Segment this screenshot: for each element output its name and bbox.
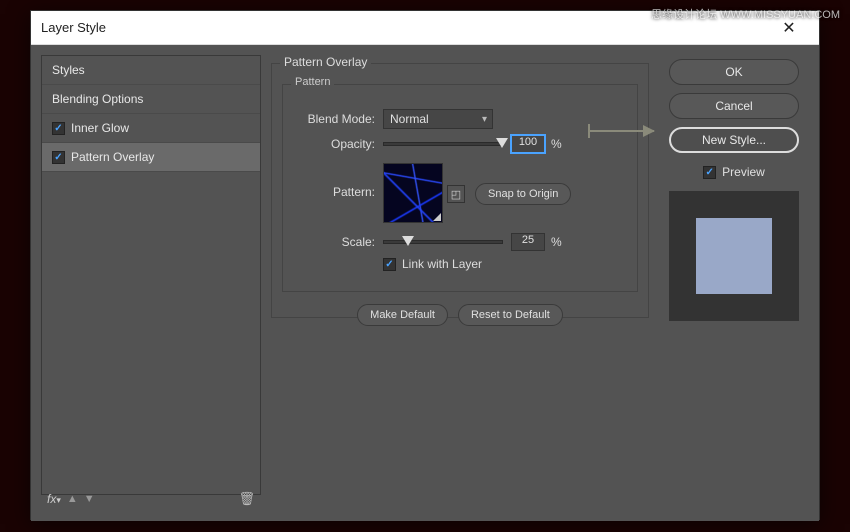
ok-button[interactable]: OK [669, 59, 799, 85]
sidebar-item-pattern-overlay[interactable]: Pattern Overlay [42, 143, 260, 172]
snap-to-origin-button[interactable]: Snap to Origin [475, 183, 571, 205]
right-button-panel: OK Cancel New Style... Preview [659, 55, 809, 511]
opacity-slider-thumb[interactable] [496, 138, 508, 148]
watermark-text: 思缘设计论坛 WWW.MISSYUAN.COM [651, 6, 840, 22]
pattern-group-title: Pattern [291, 76, 334, 88]
blending-options-label: Blending Options [52, 92, 143, 106]
dialog-title: Layer Style [41, 20, 769, 35]
style-list: Styles Blending Options Inner Glow Patte… [41, 55, 261, 495]
blend-mode-dropdown[interactable]: Normal [383, 109, 493, 129]
pattern-overlay-fieldset: Pattern Overlay Pattern Blend Mode: Norm… [271, 63, 649, 318]
sidebar-header-styles[interactable]: Styles [42, 56, 260, 85]
settings-panel: Pattern Overlay Pattern Blend Mode: Norm… [271, 55, 649, 511]
scale-row: Scale: 25 % [295, 233, 625, 251]
link-with-layer-checkbox[interactable] [383, 258, 396, 271]
blend-mode-row: Blend Mode: Normal [295, 109, 625, 129]
preview-label: Preview [722, 165, 765, 179]
trash-icon[interactable]: 🗑 [238, 491, 255, 507]
blend-mode-value: Normal [390, 112, 429, 126]
new-preset-icon[interactable]: ◰ [447, 185, 465, 203]
opacity-unit: % [551, 137, 562, 151]
blend-mode-label: Blend Mode: [295, 112, 375, 126]
opacity-label: Opacity: [295, 137, 375, 151]
inner-glow-label: Inner Glow [71, 121, 129, 135]
pattern-overlay-checkbox[interactable] [52, 151, 65, 164]
scale-label: Scale: [295, 235, 375, 249]
styles-sidebar: Styles Blending Options Inner Glow Patte… [41, 55, 261, 511]
link-row: Link with Layer [295, 257, 625, 271]
move-up-icon[interactable]: ▲ [67, 493, 78, 505]
pattern-group: Pattern Blend Mode: Normal Opacity: 100 [282, 84, 638, 292]
make-default-button[interactable]: Make Default [357, 304, 448, 326]
fx-menu-button[interactable]: fx▾ [47, 492, 61, 506]
move-down-icon[interactable]: ▼ [84, 493, 95, 505]
sidebar-footer: fx▾ ▲ ▼ 🗑 [41, 487, 261, 511]
fx-label: fx [47, 492, 56, 506]
sidebar-item-blending-options[interactable]: Blending Options [42, 85, 260, 114]
pattern-overlay-label: Pattern Overlay [71, 150, 154, 164]
preview-toggle-row: Preview [703, 165, 765, 179]
preview-box [669, 191, 799, 321]
opacity-row: Opacity: 100 % [295, 135, 625, 153]
scale-input[interactable]: 25 [511, 233, 545, 251]
new-style-button[interactable]: New Style... [669, 127, 799, 153]
scale-unit: % [551, 235, 562, 249]
pattern-row: Pattern: ◰ Snap to Origin [295, 163, 625, 223]
opacity-slider[interactable] [383, 142, 503, 146]
chevron-down-icon [433, 213, 441, 221]
scale-slider-thumb[interactable] [402, 236, 414, 246]
pattern-label: Pattern: [295, 185, 375, 199]
sidebar-header-label: Styles [52, 63, 85, 77]
preview-swatch [696, 218, 772, 294]
sidebar-item-inner-glow[interactable]: Inner Glow [42, 114, 260, 143]
link-with-layer-label: Link with Layer [402, 257, 482, 271]
default-buttons-row: Make Default Reset to Default [282, 304, 638, 326]
cancel-button[interactable]: Cancel [669, 93, 799, 119]
opacity-input[interactable]: 100 [511, 135, 545, 153]
scale-slider[interactable] [383, 240, 503, 244]
panel-title: Pattern Overlay [280, 55, 371, 69]
reset-to-default-button[interactable]: Reset to Default [458, 304, 563, 326]
pattern-picker[interactable] [383, 163, 443, 223]
layer-style-dialog: Layer Style ✕ Styles Blending Options In… [30, 10, 820, 520]
callout-arrow-icon [588, 130, 654, 132]
inner-glow-checkbox[interactable] [52, 122, 65, 135]
preview-checkbox[interactable] [703, 166, 716, 179]
